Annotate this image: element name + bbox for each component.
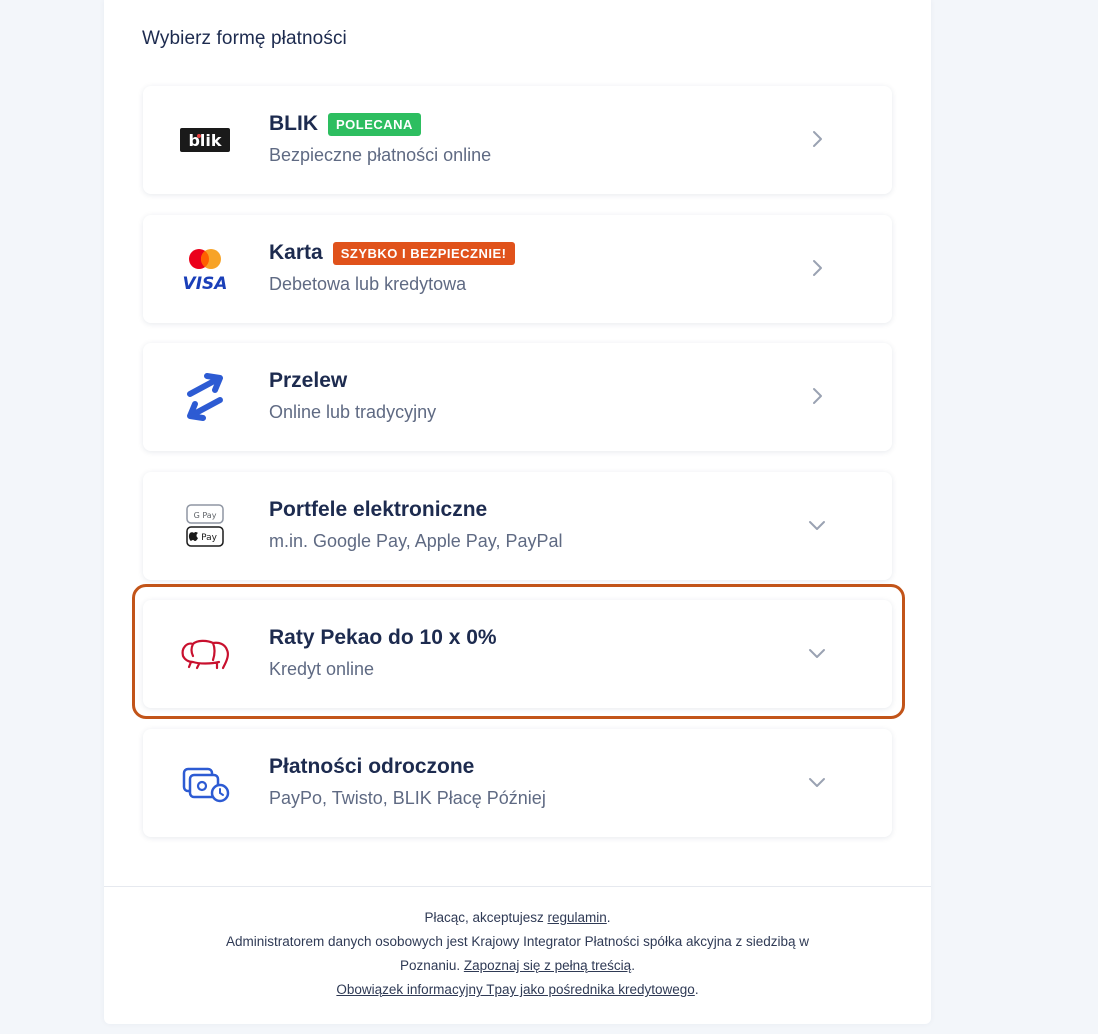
method-description: Kredyt online <box>269 659 375 679</box>
method-description: PayPo, Twisto, BLIK Płacę Później <box>269 788 546 808</box>
applepay-text: Pay <box>201 533 218 543</box>
gpay-text: G Pay <box>194 511 217 520</box>
method-description: m.in. Google Pay, Apple Pay, PayPal <box>269 531 563 551</box>
method-description: Debetowa lub kredytowa <box>269 274 467 294</box>
fast-secure-badge: SZYBKO I BEZPIECZNIE! <box>332 241 515 265</box>
terms-link[interactable]: regulamin <box>548 910 607 925</box>
method-description: Bezpieczne płatności online <box>269 145 492 165</box>
svg-text:blik: blik <box>188 131 221 150</box>
section-title: Wybierz formę płatności <box>142 28 347 49</box>
terms-suffix: . <box>606 910 611 925</box>
chevron-right-icon[interactable] <box>804 383 830 409</box>
tpay-information-link[interactable]: Obowiązek informacyjny Tpay jako pośredn… <box>336 982 694 997</box>
location-text: Poznaniu. <box>400 958 464 973</box>
chevron-down-icon[interactable] <box>804 640 830 666</box>
chevron-right-icon[interactable] <box>804 126 830 152</box>
wallets-icon: G Pay Pay <box>173 502 237 550</box>
footer-divider <box>104 886 931 887</box>
payment-method-wallets[interactable]: G Pay Pay Portfele elektroniczne m.in. G… <box>143 472 892 580</box>
footer-legal: Płacąc, akceptujesz regulamin. Administr… <box>104 906 931 1002</box>
method-name: Przelew <box>269 369 348 392</box>
method-name: Karta <box>269 241 323 264</box>
chevron-right-icon[interactable] <box>804 255 830 281</box>
tpay-information-suffix: . <box>694 982 699 997</box>
visa-text: VISA <box>183 274 228 291</box>
chevron-down-icon[interactable] <box>804 769 830 795</box>
payment-method-pekao-installments[interactable]: Raty Pekao do 10 x 0% Kredyt online <box>143 600 892 708</box>
full-content-link[interactable]: Zapoznaj się z pełną treścią <box>464 958 631 973</box>
blik-logo: blik <box>173 116 237 164</box>
deferred-payment-icon <box>173 759 237 807</box>
method-name: Raty Pekao do 10 x 0% <box>269 626 497 649</box>
payment-method-transfer[interactable]: Przelew Online lub tradycyjny <box>143 343 892 451</box>
payment-method-deferred[interactable]: Płatności odroczone PayPo, Twisto, BLIK … <box>143 729 892 837</box>
pekao-bison-logo <box>173 630 237 678</box>
payment-method-card[interactable]: VISA Karta SZYBKO I BEZPIECZNIE! Debetow… <box>143 215 892 323</box>
method-name: Płatności odroczone <box>269 755 475 778</box>
full-content-suffix: . <box>631 958 635 973</box>
terms-text: Płacąc, akceptujesz <box>424 910 548 925</box>
method-name: BLIK <box>269 112 318 135</box>
transfer-arrows-icon <box>173 373 237 421</box>
chevron-down-icon[interactable] <box>804 512 830 538</box>
mastercard-visa-logo: VISA <box>173 245 237 293</box>
data-administrator-text: Administratorem danych osobowych jest Kr… <box>225 934 810 949</box>
payment-method-blik[interactable]: blik BLIK POLECANA Bezpieczne płatności … <box>143 86 892 194</box>
method-name: Portfele elektroniczne <box>269 498 488 521</box>
method-description: Online lub tradycyjny <box>269 402 437 422</box>
recommended-badge: POLECANA <box>328 112 421 136</box>
payment-panel: Wybierz formę płatności blik BLIK POLECA… <box>104 0 931 1024</box>
